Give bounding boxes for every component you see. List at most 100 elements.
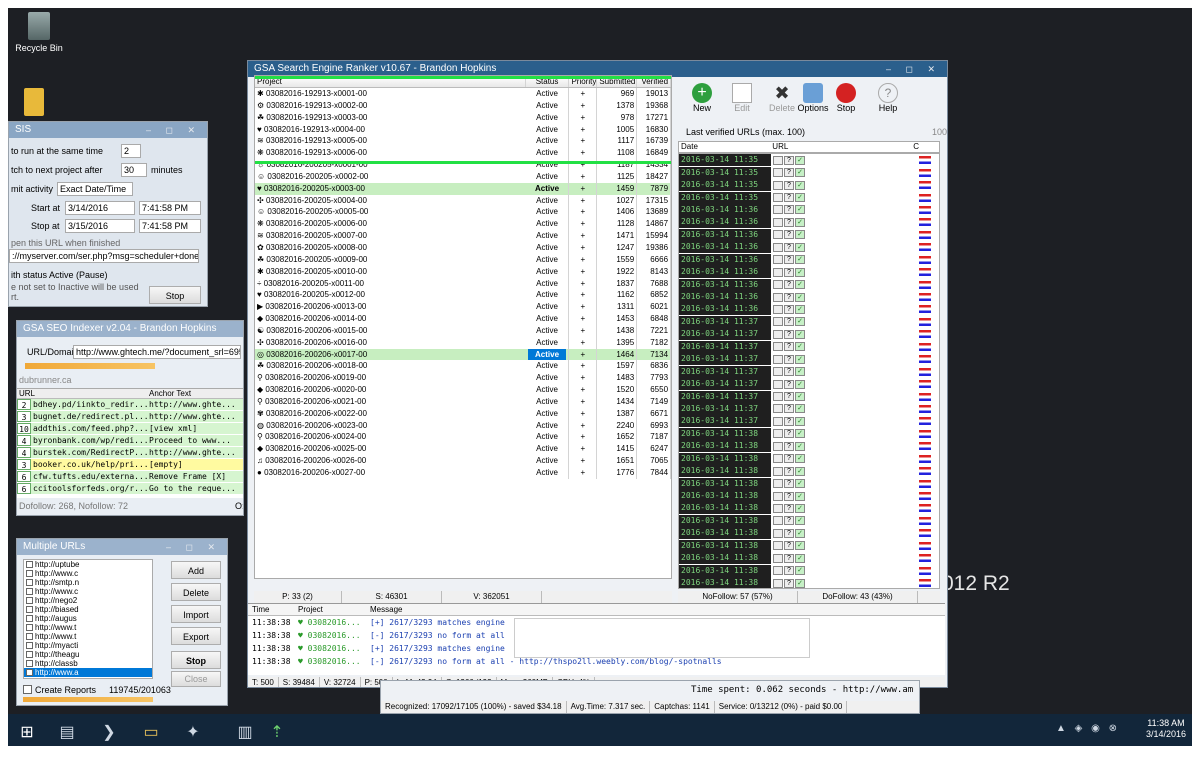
col-anchor[interactable]: Anchor Text xyxy=(147,389,243,398)
urllog-col-date[interactable]: Date xyxy=(679,142,770,152)
multi-url-checkbox[interactable] xyxy=(26,633,33,640)
multi-url-item[interactable]: http://biased xyxy=(24,605,152,614)
urllog-row[interactable]: 2016-03-14 11:37? ✓ xyxy=(679,402,939,415)
project-row[interactable]: ⚲ 03082016-200206-x0024-00 Active +1652 718… xyxy=(255,431,671,444)
urllog-row[interactable]: 2016-03-14 11:37? ✓ xyxy=(679,378,939,391)
urllog-row[interactable]: 2016-03-14 11:36? ✓ xyxy=(679,278,939,291)
multi-url-checkbox[interactable] xyxy=(26,570,33,577)
indexer-task-icon[interactable]: ✦ xyxy=(178,720,208,746)
export-button[interactable]: Export xyxy=(171,627,221,645)
urllog-row[interactable]: 2016-03-14 11:38? ✓ xyxy=(679,452,939,465)
multi-url-checkbox[interactable] xyxy=(26,651,33,658)
project-row[interactable]: ☘ 03082016-200206-x0018-00 Active +1597 683… xyxy=(255,360,671,373)
ser-window-controls[interactable]: – ◻ ✕ xyxy=(886,61,941,77)
multi-url-item[interactable]: http://www.c xyxy=(24,569,152,578)
urllog-row[interactable]: 2016-03-14 11:38? ✓ xyxy=(679,490,939,503)
multi-url-checkbox[interactable] xyxy=(26,588,33,595)
start-date-input[interactable]: 3/14/2016 xyxy=(65,201,135,215)
multi-url-item[interactable]: http://www.t xyxy=(24,632,152,641)
project-row[interactable]: ● 03082016-200206-x0027-00 Active +1776 784… xyxy=(255,467,671,479)
project-row[interactable]: ☺ 03082016-200205-x0002-00 Active +1125 184… xyxy=(255,170,671,183)
help-button[interactable]: ? Help xyxy=(874,83,902,113)
multi-url-item[interactable]: http://www.c xyxy=(24,587,152,596)
multi-url-checkbox[interactable] xyxy=(26,579,33,586)
multi-url-checkbox[interactable] xyxy=(26,615,33,622)
powershell-icon[interactable]: ❯ xyxy=(94,720,124,746)
ser-task-icon[interactable]: ⇡ xyxy=(262,720,292,746)
multi-url-item[interactable]: http://smtp.n xyxy=(24,578,152,587)
project-row[interactable]: ☘ 03082016-200205-x0009-00 Active +1559 666… xyxy=(255,253,671,266)
urllog-row[interactable]: 2016-03-14 11:35? ✓ xyxy=(679,154,939,167)
project-row[interactable]: ◆ 03082016-200206-x0025-00 Active +1415 624… xyxy=(255,443,671,456)
project-row[interactable]: ❋ 03082016-200205-x0006-00 Active +1128 148… xyxy=(255,218,671,231)
log-col-time[interactable]: Time xyxy=(248,604,294,615)
project-row[interactable]: ☯ 03082016-200206-x0015-00 Active +1438 722… xyxy=(255,324,671,337)
multi-url-item[interactable]: http://nego2 xyxy=(24,596,152,605)
multi-window-controls[interactable]: – ◻ ✕ xyxy=(166,539,221,555)
multi-url-item[interactable]: http://classb xyxy=(24,659,152,668)
multi-url-item[interactable]: http://theagu xyxy=(24,650,152,659)
urllog-row[interactable]: 2016-03-14 11:38? ✓ xyxy=(679,465,939,478)
project-row[interactable]: ✾ 03082016-200206-x0022-00 Active +1387 667… xyxy=(255,407,671,420)
urllog-row[interactable]: 2016-03-14 11:38? ✓ xyxy=(679,564,939,577)
col-status[interactable]: Status xyxy=(526,76,570,87)
recycle-bin[interactable]: Recycle Bin xyxy=(14,12,64,53)
project-row[interactable]: ✣ 03082016-200205-x0004-00 Active +1027 173… xyxy=(255,194,671,207)
project-row[interactable]: ♥ 03082016-200205-x0012-00 Active +1162 685… xyxy=(255,289,671,302)
urllog-row[interactable]: 2016-03-14 11:36? ✓ xyxy=(679,253,939,266)
indexer-row[interactable]: 4 burstek.com/RedirectP... http://www.ghte… xyxy=(17,447,243,459)
project-row[interactable]: ✱ 03082016-200205-x0010-00 Active +1922 814… xyxy=(255,265,671,278)
urllog-row[interactable]: 2016-03-14 11:36? ✓ xyxy=(679,228,939,241)
stop-date-input[interactable]: 3/15/2016 xyxy=(65,219,135,233)
finish-url-input[interactable]: ://myserver.com/ser.php?msg=scheduler+do… xyxy=(9,249,199,263)
urllog-row[interactable]: 2016-03-14 11:37? ✓ xyxy=(679,328,939,341)
indexer-row[interactable]: 6 cfw.tufts.edu/externa... Remove Frame [X… xyxy=(17,471,243,483)
project-row[interactable]: ≋ 03082016-200205-x0007-00 Active +1471 159… xyxy=(255,230,671,242)
project-row[interactable]: ÷ 03082016-200205-x0011-00 Active +1837 768… xyxy=(255,277,671,290)
switch-input[interactable]: 30 xyxy=(121,163,147,177)
stop-time-input[interactable]: 7:41:58 PM xyxy=(139,219,201,233)
urllog-row[interactable]: 2016-03-14 11:35? ✓ xyxy=(679,166,939,179)
multi-url-list[interactable]: http://uptube http://www.c http://smtp.n ht… xyxy=(23,559,153,679)
project-row[interactable]: ♥ 03082016-192913-x0004-00 Active +1005 168… xyxy=(255,123,671,136)
close-button[interactable]: Close xyxy=(171,671,221,687)
urllog-row[interactable]: 2016-03-14 11:35? ✓ xyxy=(679,191,939,204)
captcha-task-icon[interactable]: ▥ xyxy=(230,720,260,746)
urllog-col-c[interactable]: C xyxy=(911,142,939,152)
urllog-row[interactable]: 2016-03-14 11:35? ✓ xyxy=(679,179,939,192)
col-url[interactable]: URL xyxy=(17,389,147,398)
indexer-row[interactable]: 4 byronbank.com/wp/redi... Proceed to www.… xyxy=(17,435,243,447)
project-row[interactable]: ♫ 03082016-200206-x0026-00 Active +1651 706… xyxy=(255,455,671,467)
urllog-row[interactable]: 2016-03-14 11:38? ✓ xyxy=(679,539,939,552)
urllog-row[interactable]: 2016-03-14 11:37? ✓ xyxy=(679,315,939,328)
urllog-row[interactable]: 2016-03-14 11:36? ✓ xyxy=(679,291,939,304)
multi-url-item[interactable]: http://www.a xyxy=(24,668,152,677)
indexer-row[interactable]: 10 addthis.com/feed.php?... [view xml] xyxy=(17,423,243,435)
col-priority[interactable]: Priority xyxy=(569,76,598,87)
urllog-row[interactable]: 2016-03-14 11:36? ✓ xyxy=(679,216,939,229)
multi-url-item[interactable]: http://www.t xyxy=(24,623,152,632)
urllog-row[interactable]: 2016-03-14 11:38? ✓ xyxy=(679,577,939,588)
urllog-row[interactable]: 2016-03-14 11:37? ✓ xyxy=(679,340,939,353)
project-row[interactable]: ☼ 03082016-200205-x0001-00 Active +1187 143… xyxy=(255,159,671,171)
explorer-icon[interactable]: ▭ xyxy=(136,720,166,746)
col-verified[interactable]: Verified xyxy=(637,76,671,87)
import-button[interactable]: Import xyxy=(171,605,221,623)
limit-select[interactable]: Exact Date/Time xyxy=(57,182,133,196)
urllog-list[interactable]: 2016-03-14 11:35? ✓ 2016-03-14 11:35? ✓ 2016… xyxy=(678,153,940,589)
multi-url-checkbox[interactable] xyxy=(26,597,33,604)
log-col-message[interactable]: Message xyxy=(366,604,566,615)
urllog-row[interactable]: 2016-03-14 11:38? ✓ xyxy=(679,502,939,515)
multi-url-item[interactable]: http://myacti xyxy=(24,641,152,650)
urllog-row[interactable]: 2016-03-14 11:38? ✓ xyxy=(679,440,939,453)
start-time-input[interactable]: 7:41:58 PM xyxy=(139,201,201,215)
add-button[interactable]: Add xyxy=(171,561,221,579)
project-row[interactable]: ⚲ 03082016-200206-x0019-00 Active +1483 779… xyxy=(255,372,671,385)
col-submitted[interactable]: Submitted xyxy=(597,76,638,87)
project-row[interactable]: ☘ 03082016-192913-x0003-00 Active +978 1727… xyxy=(255,111,671,124)
server-manager-icon[interactable]: ▤ xyxy=(52,720,82,746)
multi-url-checkbox[interactable] xyxy=(26,561,33,568)
indexer-titlebar[interactable]: GSA SEO Indexer v2.04 - Brandon Hopkins xyxy=(17,321,243,337)
multi-url-checkbox[interactable] xyxy=(26,660,33,667)
project-row[interactable]: ◎ 03082016-200206-x0017-00 Active +1464 713… xyxy=(255,348,671,361)
